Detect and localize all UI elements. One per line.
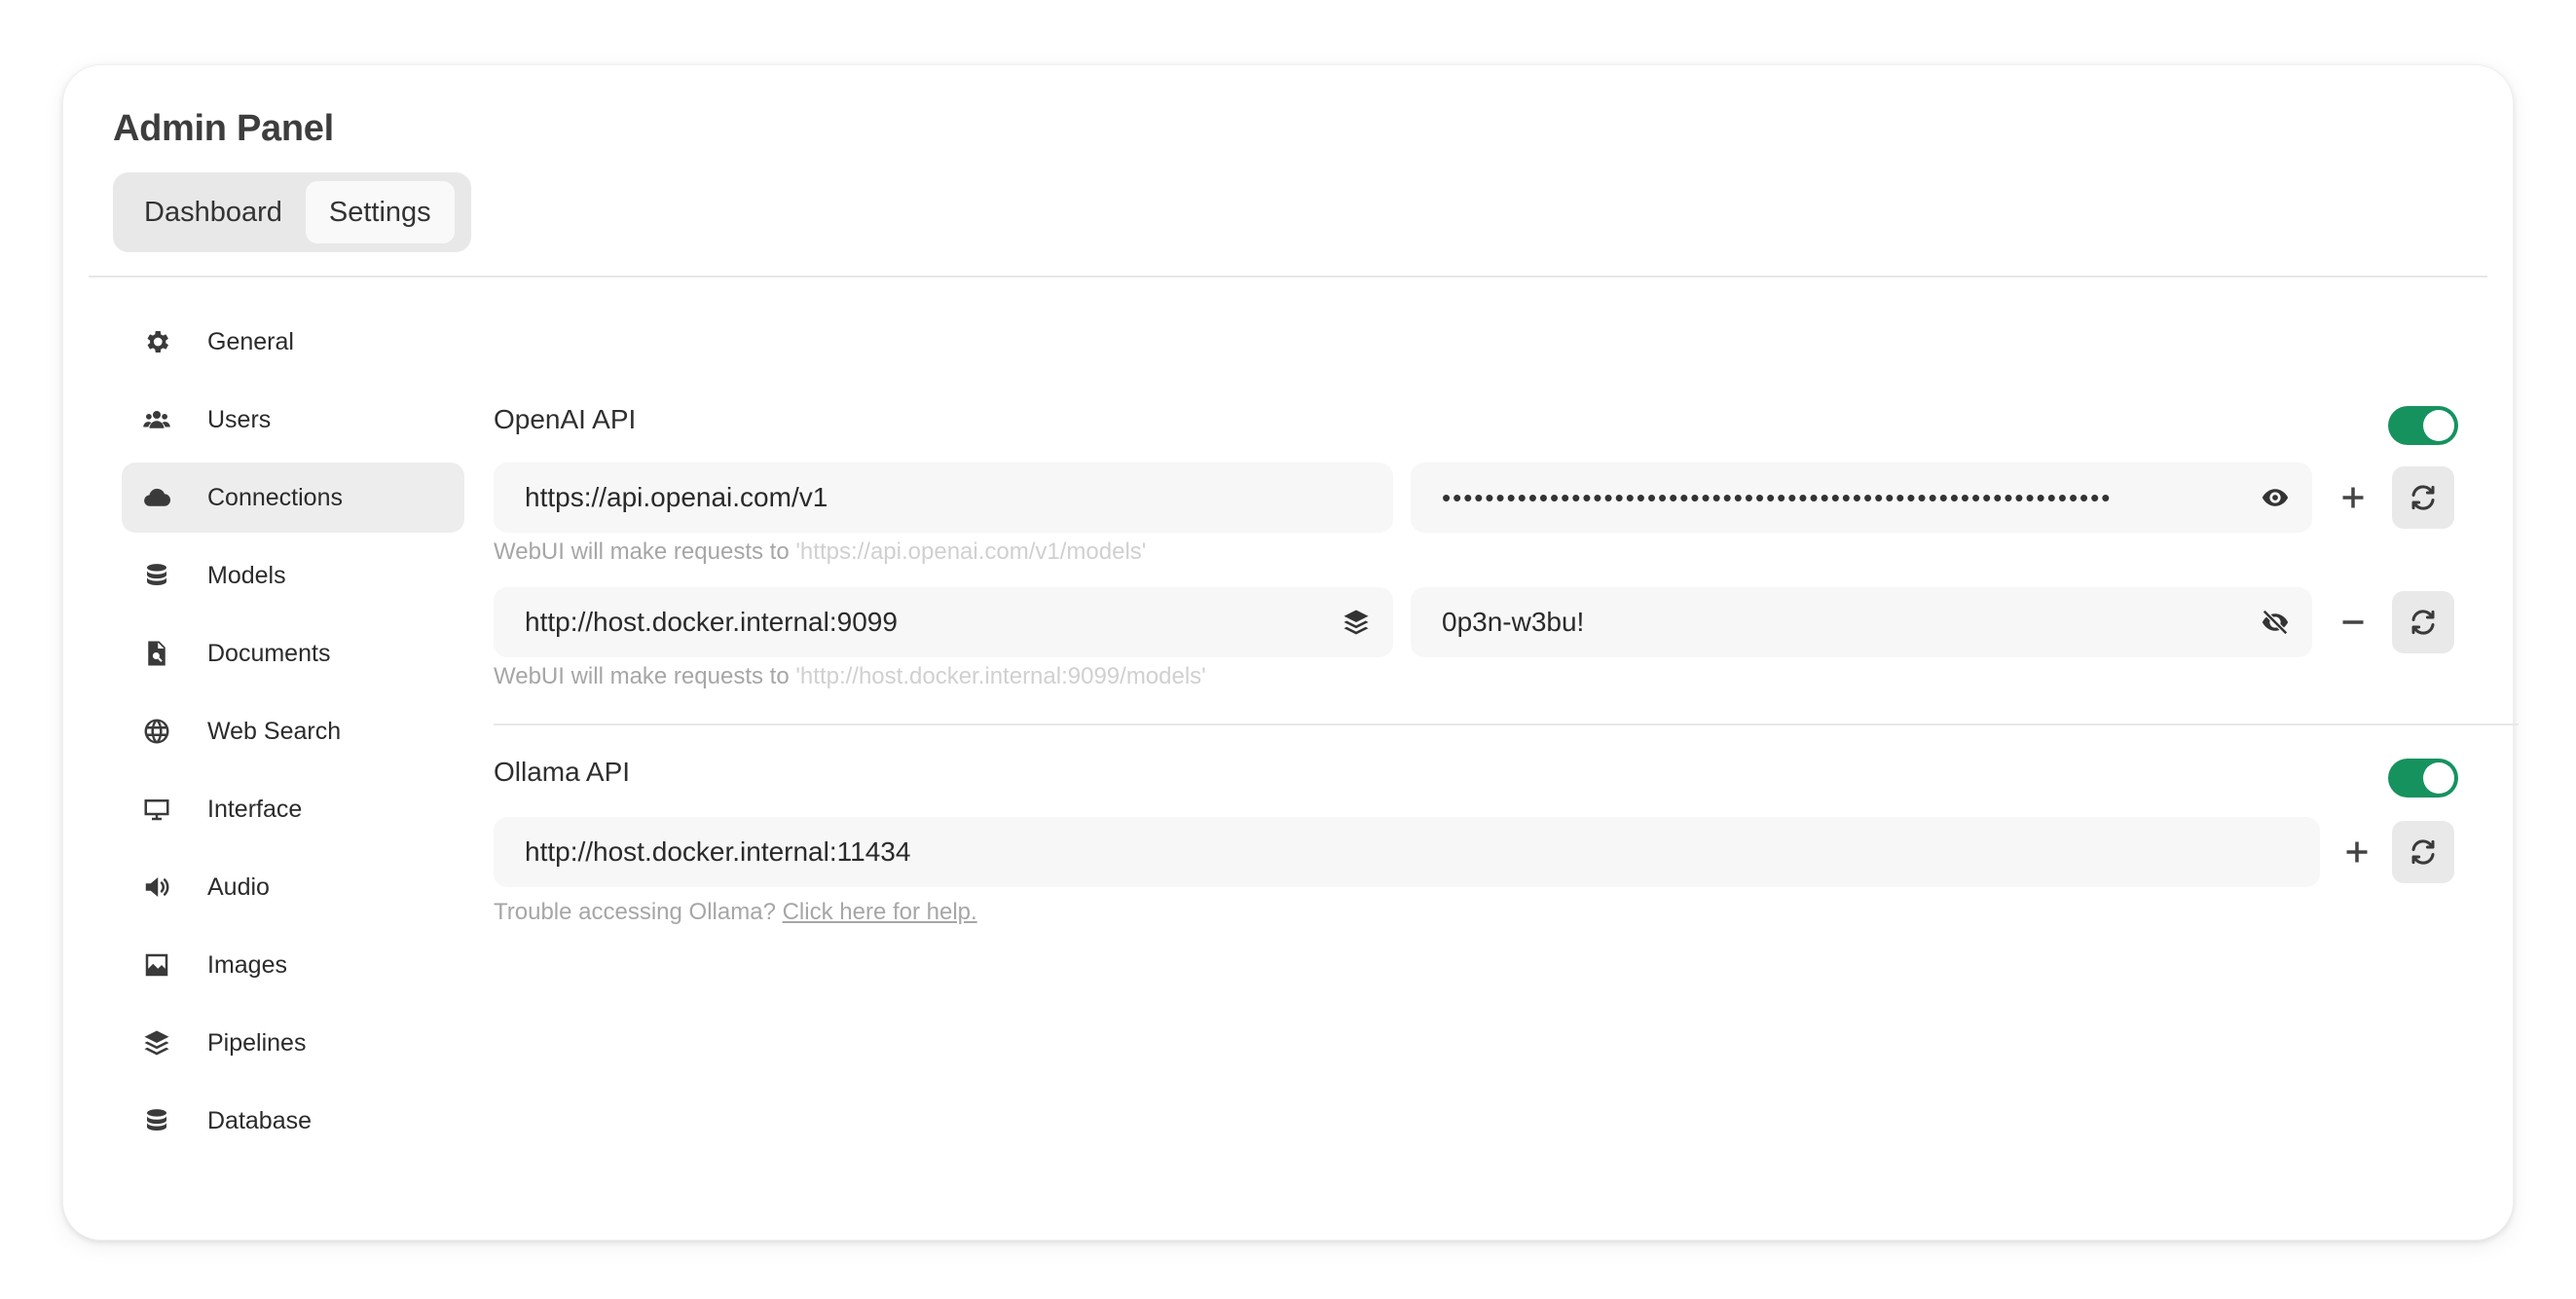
ollama-section-title: Ollama API bbox=[494, 757, 631, 787]
openai-key-input-2[interactable]: 0p3n-w3bu! bbox=[1411, 587, 2312, 657]
sidebar-item-web-search[interactable]: Web Search bbox=[122, 696, 464, 766]
database-icon bbox=[141, 1105, 172, 1136]
openai-key-input-1[interactable]: ••••••••••••••••••••••••••••••••••••••••… bbox=[1411, 463, 2312, 533]
openai-url-value-2: http://host.docker.internal:9099 bbox=[525, 607, 898, 637]
database-icon bbox=[141, 560, 172, 591]
verify-ollama-button[interactable] bbox=[2392, 821, 2454, 883]
eye-icon[interactable] bbox=[2260, 482, 2291, 513]
tab-dashboard[interactable]: Dashboard bbox=[121, 181, 306, 243]
header-divider bbox=[89, 276, 2487, 278]
verify-connection-button-1[interactable] bbox=[2392, 466, 2454, 529]
sidebar-item-audio[interactable]: Audio bbox=[122, 852, 464, 922]
add-connection-button[interactable] bbox=[2334, 478, 2373, 517]
minus-icon bbox=[2342, 620, 2364, 624]
sidebar-item-label: Audio bbox=[207, 872, 270, 901]
sidebar-item-label: General bbox=[207, 327, 294, 355]
gear-icon bbox=[141, 326, 172, 357]
sidebar-item-models[interactable]: Models bbox=[122, 540, 464, 611]
openai-section-title: OpenAI API bbox=[494, 404, 637, 434]
globe-icon bbox=[141, 716, 172, 747]
ollama-help-link[interactable]: Click here for help. bbox=[783, 899, 977, 925]
layers-icon bbox=[1341, 607, 1372, 638]
sidebar-item-label: Users bbox=[207, 405, 272, 433]
sidebar-item-label: Web Search bbox=[207, 717, 342, 745]
openai-key-value-2: 0p3n-w3bu! bbox=[1442, 607, 1585, 637]
sidebar-item-documents[interactable]: Documents bbox=[122, 618, 464, 688]
sidebar-item-label: Connections bbox=[207, 483, 343, 511]
cloud-icon bbox=[141, 482, 172, 513]
hint-prefix: WebUI will make requests to bbox=[494, 663, 790, 689]
remove-connection-button[interactable] bbox=[2334, 603, 2373, 642]
sidebar-item-label: Models bbox=[207, 561, 286, 589]
sidebar-item-general[interactable]: General bbox=[122, 307, 464, 377]
sidebar-item-connections[interactable]: Connections bbox=[122, 463, 464, 533]
openai-enabled-toggle[interactable] bbox=[2388, 406, 2458, 445]
add-ollama-connection-button[interactable] bbox=[2337, 833, 2376, 872]
verify-connection-button-2[interactable] bbox=[2392, 591, 2454, 653]
toggle-knob bbox=[2423, 762, 2454, 794]
sidebar-item-database[interactable]: Database bbox=[122, 1086, 464, 1156]
settings-sidebar: General Users Connections Models Documen… bbox=[122, 307, 464, 1164]
tab-settings[interactable]: Settings bbox=[305, 181, 455, 243]
monitor-icon bbox=[141, 794, 172, 825]
ollama-enabled-toggle[interactable] bbox=[2388, 759, 2458, 798]
sidebar-item-users[interactable]: Users bbox=[122, 385, 464, 455]
openai-url-input-1[interactable]: https://api.openai.com/v1 bbox=[494, 463, 1393, 533]
hint-url: 'https://api.openai.com/v1/models' bbox=[795, 538, 1147, 565]
plus-icon bbox=[2342, 487, 2364, 508]
speaker-icon bbox=[141, 872, 172, 903]
ollama-help-hint: Trouble accessing Ollama? Click here for… bbox=[494, 899, 977, 926]
sidebar-item-images[interactable]: Images bbox=[122, 930, 464, 1000]
sidebar-item-pipelines[interactable]: Pipelines bbox=[122, 1008, 464, 1078]
refresh-icon bbox=[2411, 839, 2435, 865]
ollama-url-value: http://host.docker.internal:11434 bbox=[525, 836, 911, 867]
openai-url-input-2[interactable]: http://host.docker.internal:9099 bbox=[494, 587, 1393, 657]
page-title: Admin Panel bbox=[113, 108, 334, 149]
hint-url: 'http://host.docker.internal:9099/models… bbox=[795, 663, 1206, 689]
users-icon bbox=[141, 404, 172, 435]
sidebar-item-label: Images bbox=[207, 950, 287, 979]
tab-bar: Dashboard Settings bbox=[113, 172, 471, 252]
sidebar-item-label: Interface bbox=[207, 795, 303, 823]
refresh-icon bbox=[2411, 610, 2435, 635]
hint-prefix: Trouble accessing Ollama? bbox=[494, 899, 776, 925]
openai-url-value-1: https://api.openai.com/v1 bbox=[525, 482, 828, 512]
document-search-icon bbox=[141, 638, 172, 669]
sidebar-item-interface[interactable]: Interface bbox=[122, 774, 464, 844]
openai-key-masked-1: ••••••••••••••••••••••••••••••••••••••••… bbox=[1442, 482, 2113, 512]
admin-panel-window: Admin Panel Dashboard Settings General U… bbox=[62, 64, 2519, 1241]
toggle-knob bbox=[2423, 410, 2454, 441]
sidebar-item-label: Documents bbox=[207, 639, 331, 667]
layers-icon bbox=[141, 1027, 172, 1058]
sidebar-item-label: Pipelines bbox=[207, 1028, 307, 1057]
hint-prefix: WebUI will make requests to bbox=[494, 538, 790, 565]
plus-icon bbox=[2346, 841, 2368, 863]
ollama-url-input[interactable]: http://host.docker.internal:11434 bbox=[494, 817, 2320, 887]
openai-hint-2: WebUI will make requests to 'http://host… bbox=[494, 663, 1206, 690]
openai-hint-1: WebUI will make requests to 'https://api… bbox=[494, 538, 1146, 566]
refresh-icon bbox=[2411, 485, 2435, 510]
image-icon bbox=[141, 949, 172, 981]
sidebar-item-label: Database bbox=[207, 1106, 313, 1134]
section-divider bbox=[494, 724, 2519, 725]
eye-slash-icon[interactable] bbox=[2260, 607, 2291, 638]
